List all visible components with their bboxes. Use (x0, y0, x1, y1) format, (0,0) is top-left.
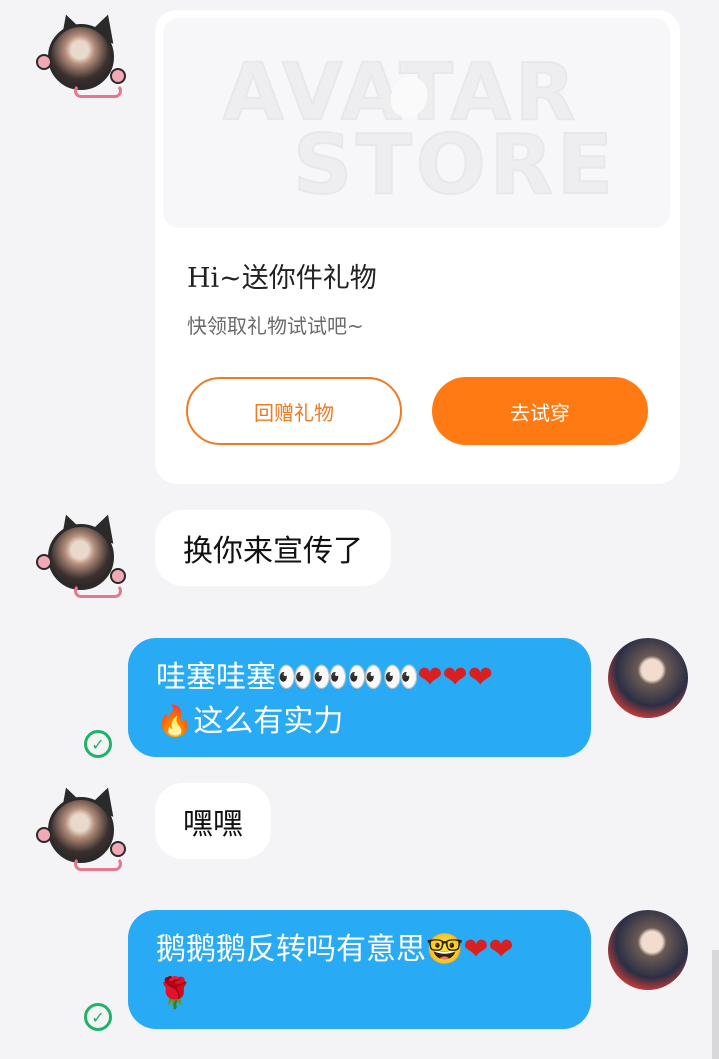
paw-icon (36, 54, 52, 70)
gift-subtitle: 快领取礼物试试吧~ (187, 314, 364, 338)
banner-watermark: STORE (292, 117, 617, 214)
contact-avatar[interactable] (34, 510, 126, 602)
message-text: 这么有实力 (193, 704, 344, 739)
my-avatar[interactable] (608, 910, 688, 990)
gift-title: Hi~送你件礼物 (187, 263, 377, 294)
outgoing-message-bubble[interactable]: 鹅鹅鹅反转吗有意思🤓❤❤ 🌹 (128, 910, 591, 1029)
cat-tail-icon (74, 84, 122, 98)
message-text: 哇塞哇塞 (156, 660, 276, 695)
read-check-icon: ✓ (84, 1003, 112, 1031)
gift-card[interactable]: AVATAR STORE Hi~送你件礼物 快领取礼物试试吧~ 回赠礼物 去试穿 (155, 10, 680, 484)
avatar-photo (48, 24, 114, 90)
cat-tail-icon (74, 857, 122, 871)
avatar-photo (48, 797, 114, 863)
nerd-emoji: 🤓 (426, 932, 464, 967)
incoming-message-bubble[interactable]: 换你来宣传了 (155, 510, 391, 586)
heart-emoji: ❤❤❤ (417, 660, 493, 695)
scrollbar[interactable] (712, 950, 719, 1059)
paw-icon (36, 827, 52, 843)
message-text: 鹅鹅鹅反转吗有意思 (156, 932, 426, 967)
paw-icon (110, 568, 126, 584)
message-text: 换你来宣传了 (183, 534, 363, 569)
incoming-message-bubble[interactable]: 嘿嘿 (155, 783, 271, 859)
eyes-emoji: 👀👀👀👀 (276, 660, 419, 695)
contact-avatar[interactable] (34, 783, 126, 875)
avatar-photo (48, 524, 114, 590)
message-line: 鹅鹅鹅反转吗有意思🤓❤❤ (156, 928, 563, 972)
message-text: 嘿嘿 (183, 807, 243, 842)
cat-tail-icon (74, 584, 122, 598)
fire-emoji: 🔥 (156, 704, 194, 739)
rose-emoji: 🌹 (156, 976, 194, 1011)
try-on-button[interactable]: 去试穿 (432, 377, 648, 445)
message-line: 🔥这么有实力 (156, 700, 563, 744)
heart-emoji: ❤❤ (463, 932, 514, 967)
contact-avatar[interactable] (34, 10, 126, 102)
avatar-store-banner: AVATAR STORE (163, 18, 670, 228)
read-check-icon: ✓ (84, 730, 112, 758)
paw-icon (110, 841, 126, 857)
message-line: 哇塞哇塞👀👀👀👀❤❤❤ (156, 656, 563, 700)
outgoing-message-bubble[interactable]: 哇塞哇塞👀👀👀👀❤❤❤ 🔥这么有实力 (128, 638, 591, 757)
paw-icon (36, 554, 52, 570)
my-avatar[interactable] (608, 638, 688, 718)
paw-icon (110, 68, 126, 84)
return-gift-button[interactable]: 回赠礼物 (186, 377, 402, 445)
message-line: 🌹 (156, 972, 563, 1016)
